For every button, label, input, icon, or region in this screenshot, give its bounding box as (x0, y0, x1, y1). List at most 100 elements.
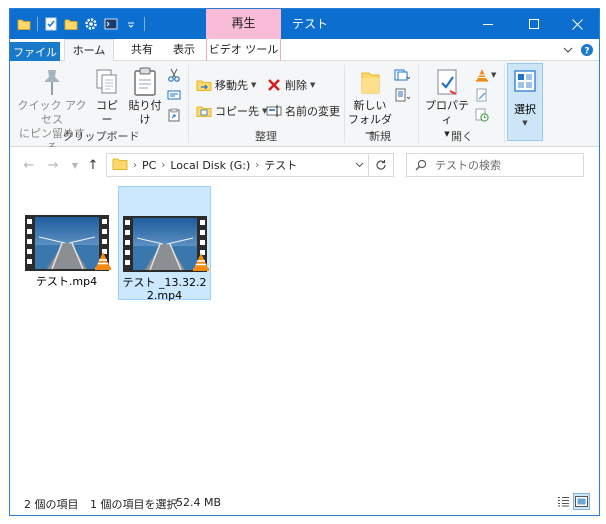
quick-access-toolbar (16, 15, 146, 33)
easy-access-icon[interactable] (394, 87, 410, 103)
vlc-overlay-icon (192, 253, 209, 271)
video-thumbnail-pier-image (122, 216, 209, 272)
new-folder-icon[interactable] (63, 16, 79, 32)
minimize-button[interactable] (466, 9, 510, 39)
details-view-icon (558, 497, 569, 507)
maximize-button[interactable] (512, 9, 556, 39)
breadcrumb-pc[interactable]: PC (142, 159, 156, 172)
group-divider (188, 65, 189, 143)
copy-icon (90, 65, 124, 99)
select-chevron-down-icon: ▼ (522, 119, 528, 127)
tab-home[interactable]: ホーム (64, 39, 114, 62)
large-icons-view-button[interactable] (573, 493, 590, 510)
status-bar: 2 個の項目 1 個の項目を選択 52.4 MB (10, 489, 599, 515)
select-button[interactable]: 選択 ▼ (507, 63, 543, 141)
breadcrumb-drive[interactable]: Local Disk (G:) (170, 159, 250, 172)
title-bar[interactable]: 再生 テスト (10, 9, 599, 39)
refresh-icon (376, 160, 386, 170)
copy-folder-icon (196, 103, 212, 119)
qat-customize-chevron-icon[interactable] (123, 16, 139, 32)
open-chevron-down-icon[interactable]: ▼ (491, 71, 496, 79)
ribbon-collapse-chevron-icon[interactable] (559, 41, 577, 59)
edit-icon[interactable] (474, 87, 490, 103)
rename-label: 名前の変更 (285, 105, 340, 118)
tab-video-tools[interactable]: ビデオ ツール (206, 39, 281, 61)
cut-scissors-icon[interactable] (166, 67, 182, 83)
svg-text:?: ? (584, 47, 589, 57)
rename-button[interactable]: 名前の変更 (266, 101, 340, 121)
new-folder-label-line1: 新しい (353, 99, 387, 112)
ribbon-tabs: ファイル ホーム 共有 表示 ビデオ ツール ? (10, 39, 599, 156)
copy-label: コピー (96, 99, 118, 126)
folder-icon (16, 16, 32, 32)
tab-share[interactable]: 共有 (120, 39, 164, 61)
item-count: 2 個の項目 (24, 498, 79, 511)
breadcrumb-chevron-icon[interactable]: › (255, 160, 259, 171)
properties-check-icon[interactable] (43, 16, 59, 32)
address-history-chevron-icon[interactable] (349, 153, 369, 177)
close-button[interactable] (555, 9, 599, 39)
file-item[interactable]: テスト.mp4 (20, 186, 113, 300)
copy-to-button[interactable]: コピー先 ▼ (196, 101, 267, 121)
delete-label: 削除 (285, 79, 307, 92)
context-tab-play[interactable]: 再生 (206, 9, 281, 39)
chevron-down-icon: ▼ (251, 81, 257, 89)
file-name: テスト _13.32.22.mp4 (122, 276, 207, 302)
clipboard-group-label: クリップボード (62, 130, 140, 143)
forward-arrow-icon[interactable]: → (44, 154, 62, 176)
tab-view[interactable]: 表示 (164, 39, 204, 61)
search-icon (415, 159, 427, 171)
paste-shortcut-icon[interactable] (166, 107, 182, 123)
pin-label-line1: クイック アクセス (17, 99, 87, 126)
select-grid-icon (514, 70, 536, 95)
details-view-button[interactable] (555, 493, 572, 510)
history-icon[interactable] (474, 107, 490, 123)
refresh-button[interactable] (369, 153, 394, 177)
properties-icon (430, 65, 464, 99)
pin-icon (35, 65, 69, 99)
delete-button[interactable]: 削除 ▼ (266, 75, 315, 95)
select-label: 選択 (514, 103, 536, 116)
large-icons-view-icon (575, 496, 588, 507)
selection-size: 52.4 MB (176, 496, 222, 509)
navigation-bar: ← → ▼ ↑ › PC › Local Disk (G:) › テスト (10, 147, 599, 183)
new-folder-large-icon (353, 65, 387, 99)
recent-locations-chevron-icon[interactable]: ▼ (66, 154, 84, 176)
file-item-selected[interactable]: テスト _13.32.22.mp4 (118, 186, 211, 302)
copy-button[interactable]: コピー (92, 65, 122, 127)
terminal-icon[interactable] (103, 16, 119, 32)
ribbon: クイック アクセス にピン留めする コピー 貼り付け クリップボード (10, 61, 599, 154)
move-to-button[interactable]: 移動先 ▼ (196, 75, 256, 95)
group-divider (344, 65, 345, 143)
selection-count: 1 個の項目を選択 (90, 498, 178, 511)
organize-group-label: 整理 (255, 130, 277, 143)
address-bar[interactable]: › PC › Local Disk (G:) › テスト (106, 153, 369, 177)
delete-x-icon (266, 77, 282, 93)
paste-button[interactable]: 貼り付け (124, 65, 166, 127)
address-folder-icon (112, 157, 128, 174)
search-box[interactable] (406, 153, 584, 177)
file-list-area[interactable]: テスト.mp4 テスト _13.32.22.mp4 (10, 183, 599, 489)
qat-separator (144, 17, 145, 31)
open-group-label: 開く (451, 130, 473, 143)
copy-path-icon[interactable] (166, 87, 182, 103)
help-icon[interactable]: ? (578, 41, 596, 59)
new-group-label: 新規 (369, 130, 391, 143)
up-arrow-icon[interactable]: ↑ (84, 154, 102, 176)
breadcrumb-chevron-icon[interactable]: › (133, 160, 137, 171)
breadcrumb-chevron-icon[interactable]: › (161, 160, 165, 171)
breadcrumb-folder[interactable]: テスト (264, 157, 297, 173)
new-item-icon[interactable] (394, 67, 410, 83)
group-divider (504, 65, 505, 143)
paste-label: 貼り付け (128, 99, 162, 126)
properties-label: プロパティ (425, 99, 469, 126)
file-name: テスト.mp4 (35, 275, 98, 288)
chevron-down-icon: ▼ (310, 81, 316, 89)
clipboard-icon (128, 65, 162, 99)
back-arrow-icon[interactable]: ← (20, 154, 38, 176)
video-thumbnail-pier-image (24, 215, 111, 271)
search-input[interactable] (435, 158, 575, 172)
vlc-cone-icon[interactable] (474, 67, 490, 83)
gear-icon[interactable] (83, 16, 99, 32)
copy-to-label: コピー先 (215, 105, 259, 118)
